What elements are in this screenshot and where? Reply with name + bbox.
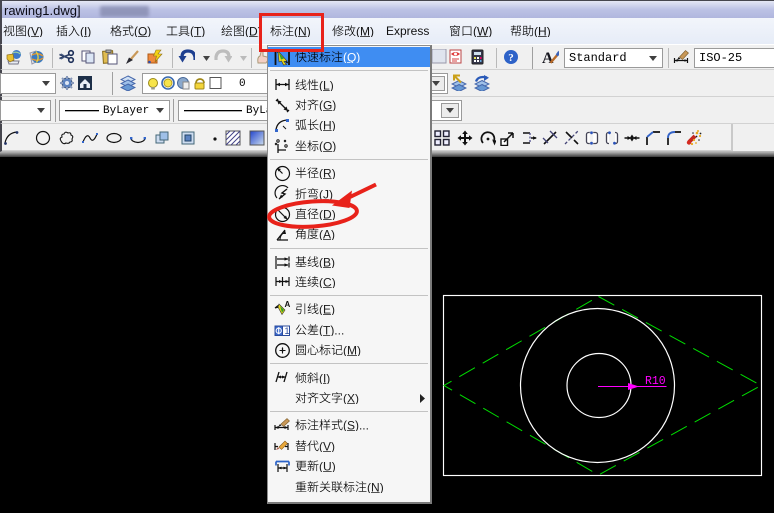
svg-text:?: ? — [508, 52, 514, 64]
svg-text:(U): (U) — [319, 460, 336, 472]
svg-text:(N): (N) — [367, 481, 384, 493]
svg-text:(M): (M) — [356, 25, 374, 37]
svg-text:(T): (T) — [190, 25, 205, 37]
svg-text:(O): (O) — [134, 25, 151, 37]
svg-text:A: A — [285, 301, 291, 309]
svg-text:(X): (X) — [343, 392, 359, 404]
svg-text:(G): (G) — [319, 99, 336, 111]
svg-text:1: 1 — [285, 326, 290, 336]
svg-text:(E): (E) — [319, 303, 335, 315]
svg-text:(I): (I) — [80, 25, 91, 37]
svg-text:(V): (V) — [319, 440, 335, 452]
svg-text:(H): (H) — [319, 119, 336, 131]
svg-text:(Q): (Q) — [343, 51, 360, 63]
svg-text:R10: R10 — [645, 375, 666, 388]
svg-text:(V): (V) — [27, 25, 43, 37]
svg-text:(C): (C) — [319, 276, 336, 288]
svg-text:(H): (H) — [534, 25, 551, 37]
svg-text:(S)...: (S)... — [343, 419, 369, 431]
svg-text:(W): (W) — [473, 25, 492, 37]
svg-text:(M): (M) — [343, 344, 361, 356]
svg-text:A: A — [542, 50, 554, 65]
svg-text:(O): (O) — [319, 140, 336, 152]
svg-text:(T)...: (T)... — [319, 324, 344, 336]
svg-text:(I): (I) — [319, 372, 330, 384]
svg-text:(B): (B) — [319, 256, 335, 268]
svg-text:(L): (L) — [319, 79, 334, 91]
